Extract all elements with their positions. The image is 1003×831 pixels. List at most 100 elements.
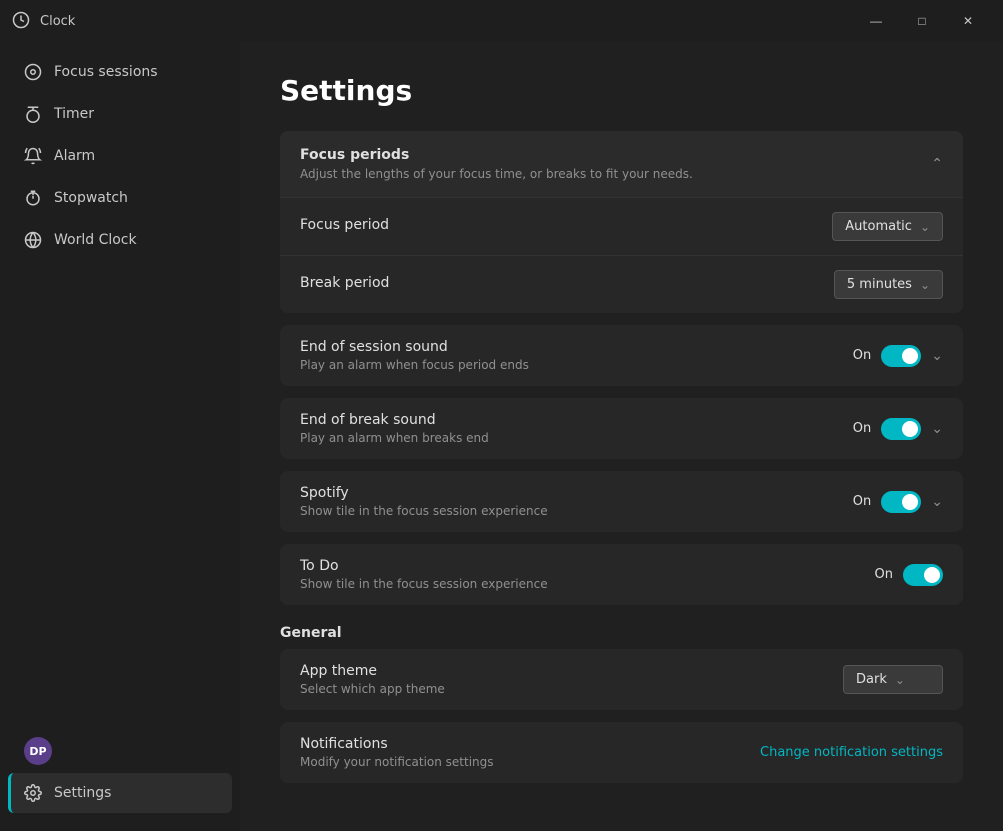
sidebar-avatar-row[interactable]: DP — [8, 731, 232, 771]
close-button[interactable]: ✕ — [945, 5, 991, 37]
title-bar: Clock — □ ✕ — [0, 0, 1003, 42]
spotify-control: On ⌄ — [853, 491, 943, 513]
maximize-button[interactable]: □ — [899, 5, 945, 37]
settings-icon — [24, 784, 42, 802]
notifications-label: Notifications — [300, 736, 760, 752]
focus-periods-chevron: ⌃ — [931, 156, 943, 172]
spotify-row: Spotify Show tile in the focus session e… — [280, 471, 963, 532]
end-break-sound-label: End of break sound — [300, 412, 853, 428]
sidebar-label-stopwatch: Stopwatch — [54, 190, 128, 206]
sidebar-label-settings: Settings — [54, 785, 111, 801]
main-content: Settings Focus periods Adjust the length… — [240, 42, 1003, 831]
end-break-on-label: On — [853, 421, 871, 436]
stopwatch-icon — [24, 189, 42, 207]
todo-control: On — [875, 564, 943, 586]
spotify-on-label: On — [853, 494, 871, 509]
focus-period-control: Automatic ⌄ — [832, 212, 943, 241]
notifications-section: Notifications Modify your notification s… — [280, 722, 963, 783]
focus-periods-header-text: Focus periods Adjust the lengths of your… — [300, 147, 931, 181]
sidebar-label-focus-sessions: Focus sessions — [54, 64, 158, 80]
alarm-icon — [24, 147, 42, 165]
app-title: Clock — [40, 14, 853, 29]
sidebar-label-world-clock: World Clock — [54, 232, 137, 248]
app-theme-row: App theme Select which app theme Dark ⌄ — [280, 649, 963, 710]
end-session-sound-desc: Play an alarm when focus period ends — [300, 358, 853, 372]
app-icon — [12, 11, 32, 31]
app-theme-dropdown[interactable]: Dark ⌄ — [843, 665, 943, 694]
end-session-sound-section: End of session sound Play an alarm when … — [280, 325, 963, 386]
window-controls: — □ ✕ — [853, 5, 991, 37]
break-period-control: 5 minutes ⌄ — [834, 270, 943, 299]
page-title: Settings — [280, 74, 963, 107]
end-break-sound-row: End of break sound Play an alarm when br… — [280, 398, 963, 459]
todo-row: To Do Show tile in the focus session exp… — [280, 544, 963, 605]
general-title: General — [280, 625, 963, 641]
notifications-row: Notifications Modify your notification s… — [280, 722, 963, 783]
focus-periods-header[interactable]: Focus periods Adjust the lengths of your… — [280, 131, 963, 197]
end-break-toggle-track — [881, 418, 921, 440]
app-theme-control: Dark ⌄ — [843, 665, 943, 694]
todo-desc: Show tile in the focus session experienc… — [300, 577, 875, 591]
end-session-toggle[interactable] — [881, 345, 921, 367]
break-period-dropdown[interactable]: 5 minutes ⌄ — [834, 270, 943, 299]
spotify-desc: Show tile in the focus session experienc… — [300, 504, 853, 518]
notifications-desc: Modify your notification settings — [300, 755, 760, 769]
app-theme-value: Dark — [856, 672, 887, 687]
end-break-sound-section: End of break sound Play an alarm when br… — [280, 398, 963, 459]
spotify-toggle[interactable] — [881, 491, 921, 513]
focus-period-value: Automatic — [845, 219, 912, 234]
todo-section: To Do Show tile in the focus session exp… — [280, 544, 963, 605]
app-theme-text: App theme Select which app theme — [300, 663, 843, 696]
todo-label: To Do — [300, 558, 875, 574]
notifications-text: Notifications Modify your notification s… — [300, 736, 760, 769]
break-period-value: 5 minutes — [847, 277, 912, 292]
end-break-sound-text: End of break sound Play an alarm when br… — [300, 412, 853, 445]
todo-toggle-thumb — [924, 567, 940, 583]
end-break-toggle-thumb — [902, 421, 918, 437]
end-session-sound-control: On ⌄ — [853, 345, 943, 367]
sidebar-item-world-clock[interactable]: World Clock — [8, 220, 232, 260]
todo-toggle-track — [903, 564, 943, 586]
app-theme-label: App theme — [300, 663, 843, 679]
timer-icon — [24, 105, 42, 123]
focus-period-dropdown[interactable]: Automatic ⌄ — [832, 212, 943, 241]
sidebar-item-focus-sessions[interactable]: Focus sessions — [8, 52, 232, 92]
world-clock-icon — [24, 231, 42, 249]
end-session-sound-row: End of session sound Play an alarm when … — [280, 325, 963, 386]
focus-sessions-icon — [24, 63, 42, 81]
change-notification-settings-link[interactable]: Change notification settings — [760, 745, 943, 760]
break-period-label: Break period — [300, 275, 834, 291]
app-body: Focus sessions Timer Alarm Stopwatch — [0, 42, 1003, 831]
end-session-on-label: On — [853, 348, 871, 363]
spotify-text: Spotify Show tile in the focus session e… — [300, 485, 853, 518]
todo-toggle[interactable] — [903, 564, 943, 586]
minimize-button[interactable]: — — [853, 5, 899, 37]
spotify-toggle-track — [881, 491, 921, 513]
focus-period-label-wrap: Focus period — [300, 217, 832, 236]
end-break-toggle[interactable] — [881, 418, 921, 440]
spotify-section: Spotify Show tile in the focus session e… — [280, 471, 963, 532]
sidebar: Focus sessions Timer Alarm Stopwatch — [0, 42, 240, 831]
end-session-sound-label: End of session sound — [300, 339, 853, 355]
end-break-sound-control: On ⌄ — [853, 418, 943, 440]
spotify-toggle-thumb — [902, 494, 918, 510]
end-break-chevron: ⌄ — [931, 421, 943, 437]
sidebar-item-alarm[interactable]: Alarm — [8, 136, 232, 176]
sidebar-label-alarm: Alarm — [54, 148, 95, 164]
focus-period-dropdown-chevron: ⌄ — [920, 220, 930, 234]
sidebar-item-timer[interactable]: Timer — [8, 94, 232, 134]
sidebar-bottom: DP Settings — [0, 729, 240, 823]
focus-period-row: Focus period Automatic ⌄ — [280, 197, 963, 255]
avatar: DP — [24, 737, 52, 765]
end-break-sound-desc: Play an alarm when breaks end — [300, 431, 853, 445]
notifications-control: Change notification settings — [760, 745, 943, 760]
app-theme-dropdown-chevron: ⌄ — [895, 673, 905, 687]
break-period-dropdown-chevron: ⌄ — [920, 278, 930, 292]
sidebar-label-timer: Timer — [54, 106, 94, 122]
focus-period-label: Focus period — [300, 217, 832, 233]
app-theme-section: App theme Select which app theme Dark ⌄ — [280, 649, 963, 710]
sidebar-item-stopwatch[interactable]: Stopwatch — [8, 178, 232, 218]
spotify-label: Spotify — [300, 485, 853, 501]
focus-periods-title: Focus periods — [300, 147, 931, 163]
sidebar-item-settings[interactable]: Settings — [8, 773, 232, 813]
